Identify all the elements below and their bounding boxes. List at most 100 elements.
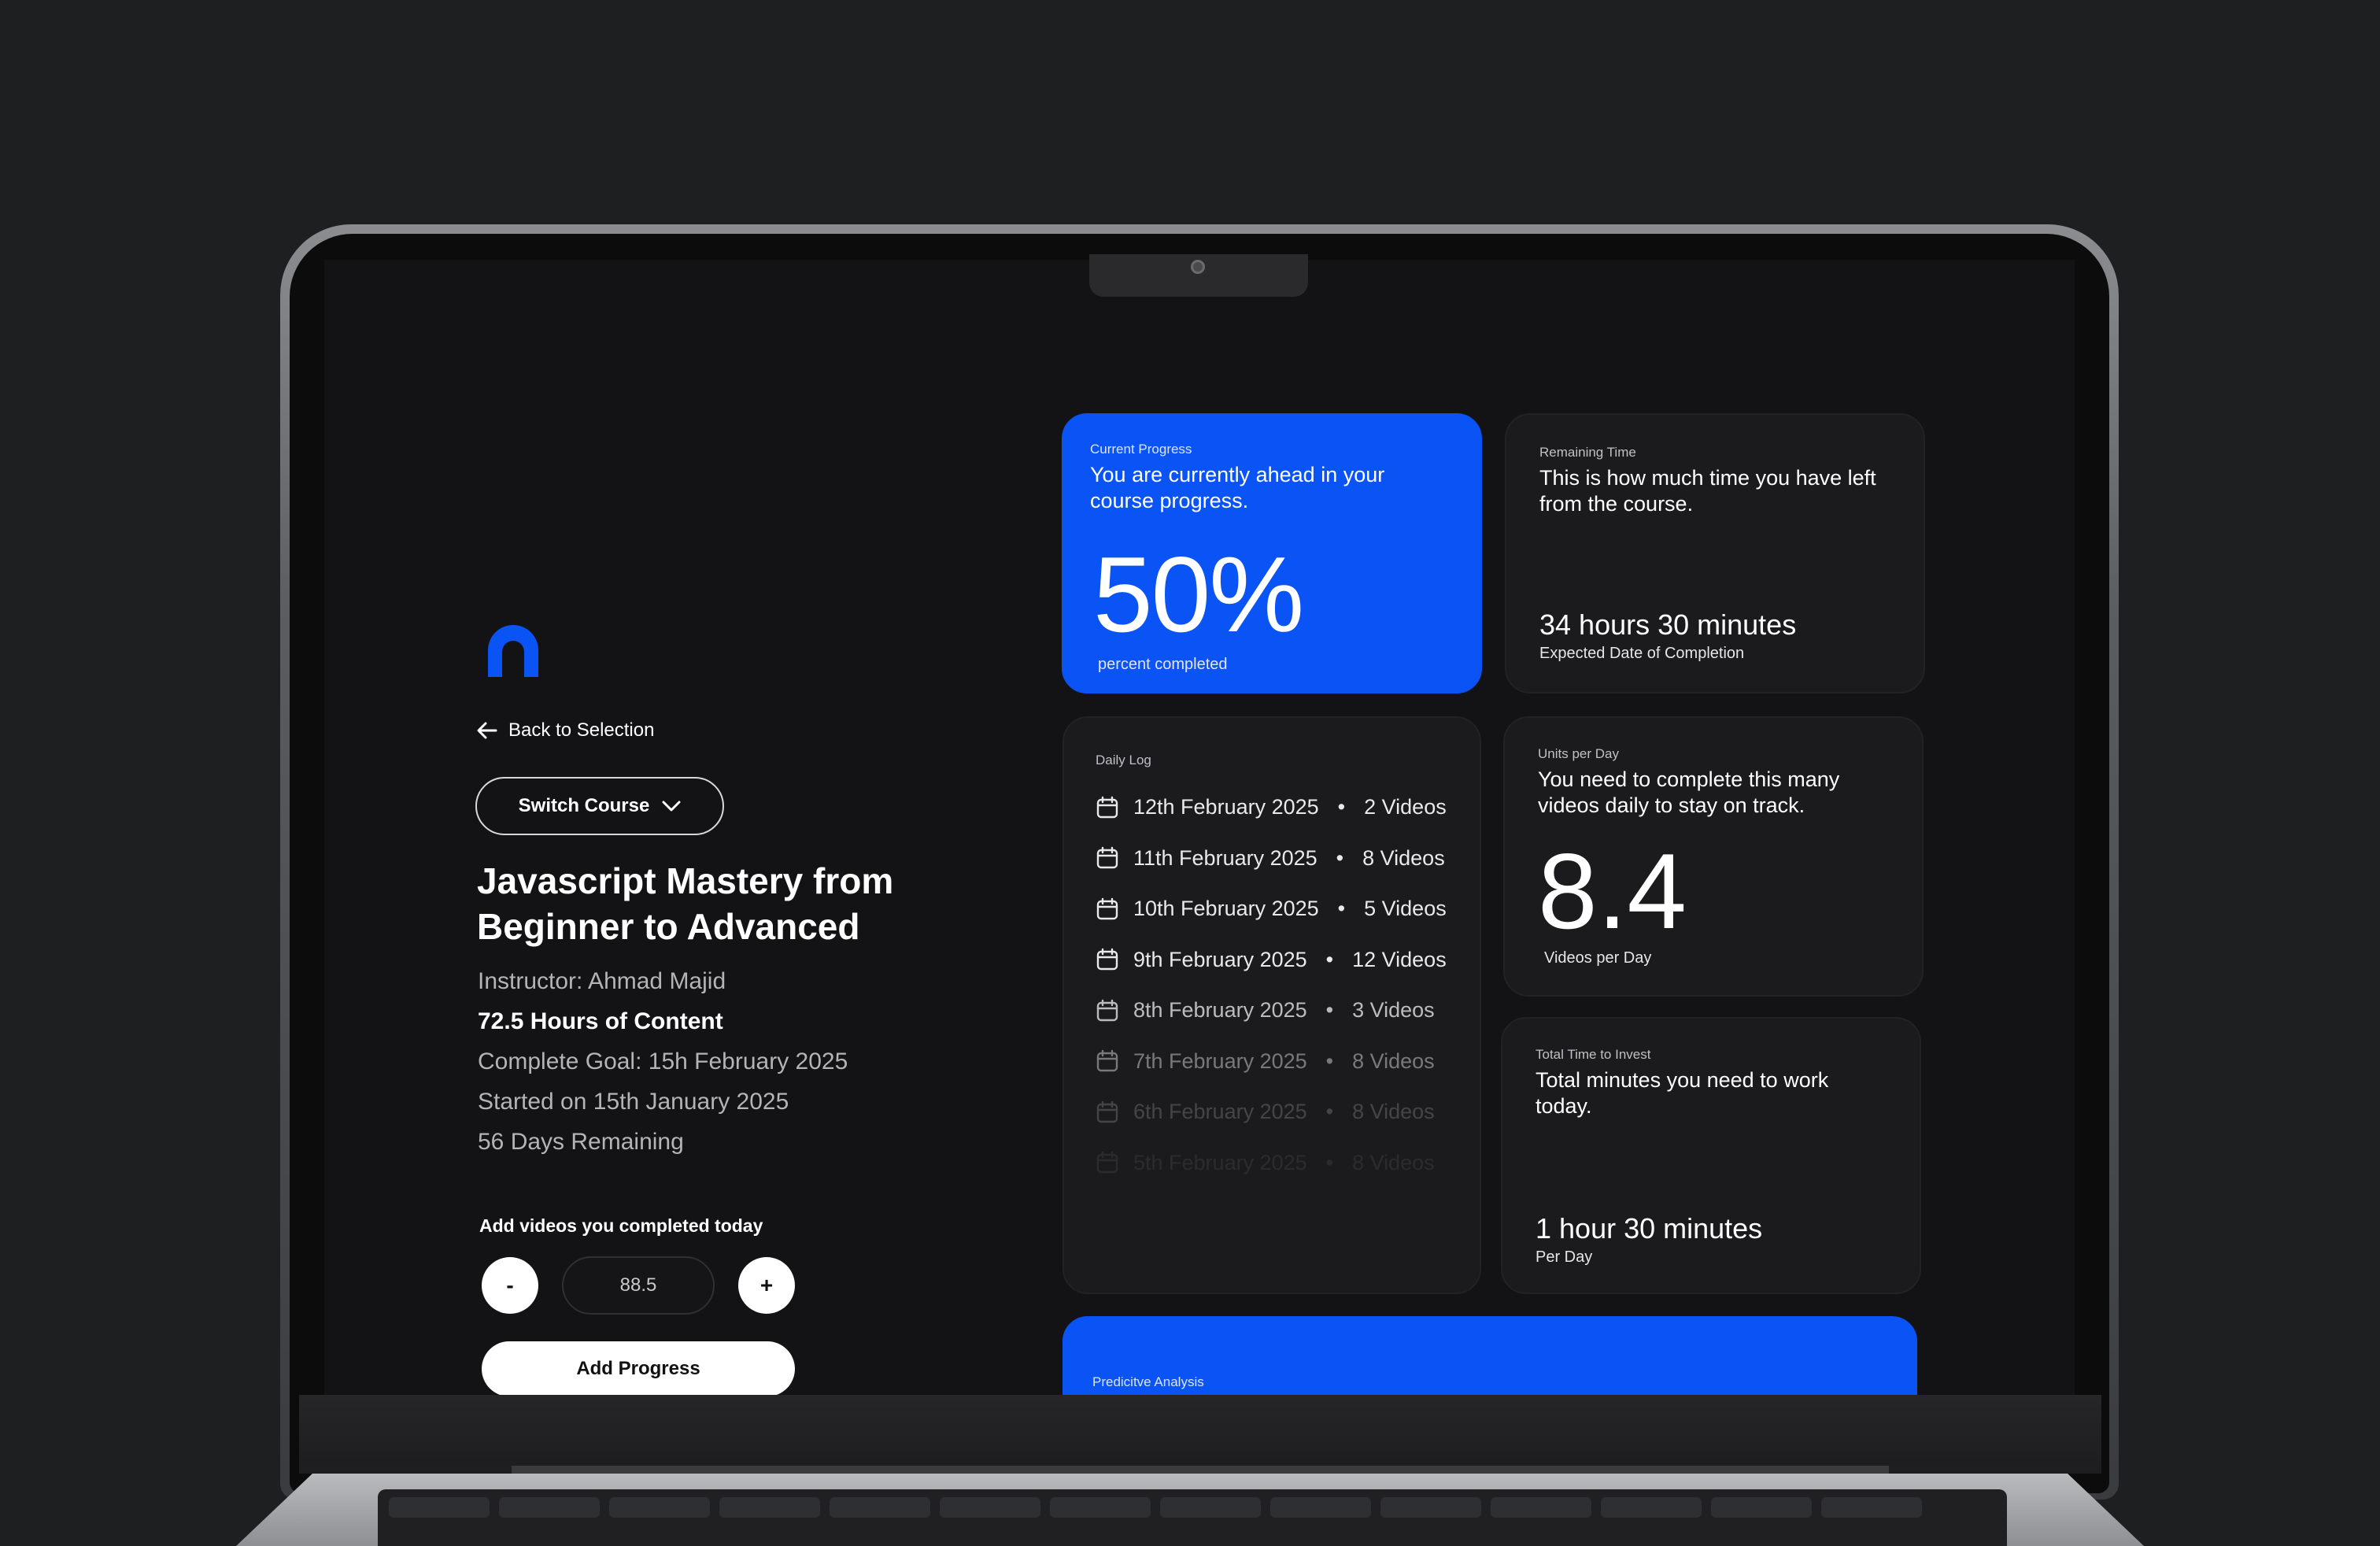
laptop-keyboard (378, 1489, 2007, 1546)
progress-unit: percent completed (1098, 656, 1228, 673)
log-date: 7th February 2025 (1133, 1049, 1307, 1073)
units-per-day-description: You need to complete this many videos da… (1538, 767, 1840, 817)
daily-log-item: 5th February 2025 • 8 Videos (1096, 1151, 1435, 1175)
daily-log-item: 12th February 2025 • 2 Videos (1096, 795, 1447, 819)
log-count: 3 Videos (1352, 998, 1435, 1022)
keyboard-key (830, 1497, 930, 1518)
log-count: 8 Videos (1352, 1100, 1435, 1123)
keyboard-key (1270, 1497, 1371, 1518)
log-separator: • (1325, 947, 1334, 971)
log-date: 9th February 2025 (1133, 947, 1307, 971)
current-progress-label: Current Progress (1090, 442, 1192, 457)
back-to-selection-link[interactable]: Back to Selection (477, 719, 654, 742)
arrow-left-icon (477, 722, 497, 739)
log-separator: • (1325, 998, 1334, 1022)
predictive-analysis-card: Predicitve Analysis (1062, 1316, 1917, 1395)
laptop-chin (299, 1395, 2101, 1474)
log-separator: • (1325, 1049, 1334, 1073)
log-date: 5th February 2025 (1133, 1150, 1307, 1174)
arch-logo-icon (488, 625, 538, 677)
goal-text: Complete Goal: 15h February 2025 (478, 1049, 848, 1074)
back-link-label: Back to Selection (508, 719, 655, 741)
app-screen: Back to Selection Switch Course Javascri… (324, 260, 2075, 1395)
keyboard-key (1050, 1497, 1151, 1518)
daily-log-item: 7th February 2025 • 8 Videos (1096, 1049, 1435, 1074)
log-separator: • (1337, 795, 1346, 819)
keyboard-key (609, 1497, 710, 1518)
log-separator: • (1336, 845, 1344, 870)
daily-log-item: 8th February 2025 • 3 Videos (1096, 998, 1435, 1023)
progress-percent: 50% (1093, 534, 1304, 654)
calendar-icon (1096, 846, 1118, 869)
daily-log-card: Daily Log 12th February 2025 • 2 Videos 11t… (1062, 716, 1481, 1294)
videos-quantity-input[interactable] (562, 1256, 715, 1315)
daily-log-label: Daily Log (1096, 753, 1151, 767)
log-date: 11th February 2025 (1133, 845, 1318, 870)
decrement-button[interactable]: - (482, 1257, 538, 1314)
units-per-day-unit: Videos per Day (1544, 949, 1652, 967)
keyboard-key (1380, 1497, 1481, 1518)
days-remaining-text: 56 Days Remaining (478, 1129, 684, 1155)
keyboard-key (1491, 1497, 1591, 1518)
keyboard-key (1601, 1497, 1702, 1518)
camera-icon (1191, 260, 1205, 274)
total-time-unit: Per Day (1536, 1248, 1593, 1266)
remaining-time-card: Remaining Time This is how much time you… (1505, 413, 1925, 693)
log-count: 12 Videos (1352, 947, 1447, 971)
predictive-analysis-label: Predicitve Analysis (1092, 1374, 1204, 1389)
switch-course-label: Switch Course (518, 795, 650, 816)
calendar-icon (1096, 999, 1118, 1021)
camera-notch (1089, 254, 1308, 297)
remaining-time-description: This is how much time you have left from… (1539, 466, 1876, 516)
log-count: 8 Videos (1362, 845, 1445, 870)
units-per-day-value: 8.4 (1538, 831, 1687, 951)
keyboard-key (499, 1497, 600, 1518)
calendar-icon (1096, 897, 1118, 919)
calendar-icon (1096, 796, 1118, 818)
log-count: 2 Videos (1364, 795, 1447, 819)
daily-log-item: 9th February 2025 • 12 Videos (1096, 948, 1447, 972)
current-progress-description: You are currently ahead in your course p… (1090, 463, 1385, 512)
keyboard-key (1160, 1497, 1261, 1518)
total-time-description: Total minutes you need to work today. (1536, 1068, 1829, 1118)
instructor-text: Instructor: Ahmad Majid (478, 968, 726, 994)
log-count: 8 Videos (1352, 1049, 1435, 1073)
units-per-day-label: Units per Day (1538, 746, 1619, 761)
total-time-card: Total Time to Invest Total minutes you n… (1501, 1017, 1921, 1294)
add-videos-label: Add videos you completed today (479, 1215, 763, 1236)
keyboard-key (940, 1497, 1040, 1518)
keyboard-key (1711, 1497, 1812, 1518)
total-time-label: Total Time to Invest (1536, 1047, 1651, 1062)
calendar-icon (1096, 1100, 1118, 1123)
remaining-time-label: Remaining Time (1539, 445, 1636, 460)
started-text: Started on 15th January 2025 (478, 1089, 789, 1115)
calendar-icon (1096, 1049, 1118, 1072)
log-date: 12th February 2025 (1133, 795, 1319, 819)
total-time-value: 1 hour 30 minutes (1536, 1212, 1763, 1245)
log-separator: • (1337, 897, 1346, 920)
log-count: 5 Videos (1364, 897, 1447, 920)
daily-log-item: 11th February 2025 • 8 Videos (1096, 846, 1445, 871)
course-title: Javascript Mastery from Beginner to Adva… (477, 860, 894, 947)
log-separator: • (1325, 1100, 1334, 1123)
daily-log-item: 10th February 2025 • 5 Videos (1096, 897, 1447, 921)
log-date: 10th February 2025 (1133, 897, 1319, 920)
log-separator: • (1325, 1150, 1334, 1174)
keyboard-key (1821, 1497, 1922, 1518)
current-progress-card: Current Progress You are currently ahead… (1062, 413, 1482, 693)
switch-course-button[interactable]: Switch Course (475, 777, 724, 835)
chevron-down-icon (662, 801, 681, 812)
log-date: 6th February 2025 (1133, 1100, 1307, 1123)
increment-button[interactable]: + (738, 1257, 795, 1314)
hours-text: 72.5 Hours of Content (478, 1008, 723, 1034)
remaining-time-value: 34 hours 30 minutes (1539, 608, 1797, 641)
keyboard-key (389, 1497, 490, 1518)
keyboard-key (719, 1497, 820, 1518)
add-progress-button[interactable]: Add Progress (482, 1341, 795, 1395)
calendar-icon (1096, 1151, 1118, 1174)
daily-log-item: 6th February 2025 • 8 Videos (1096, 1100, 1435, 1124)
remaining-time-unit: Expected Date of Completion (1539, 645, 1745, 662)
log-count: 8 Videos (1352, 1150, 1435, 1174)
log-date: 8th February 2025 (1133, 998, 1307, 1022)
calendar-icon (1096, 948, 1118, 971)
